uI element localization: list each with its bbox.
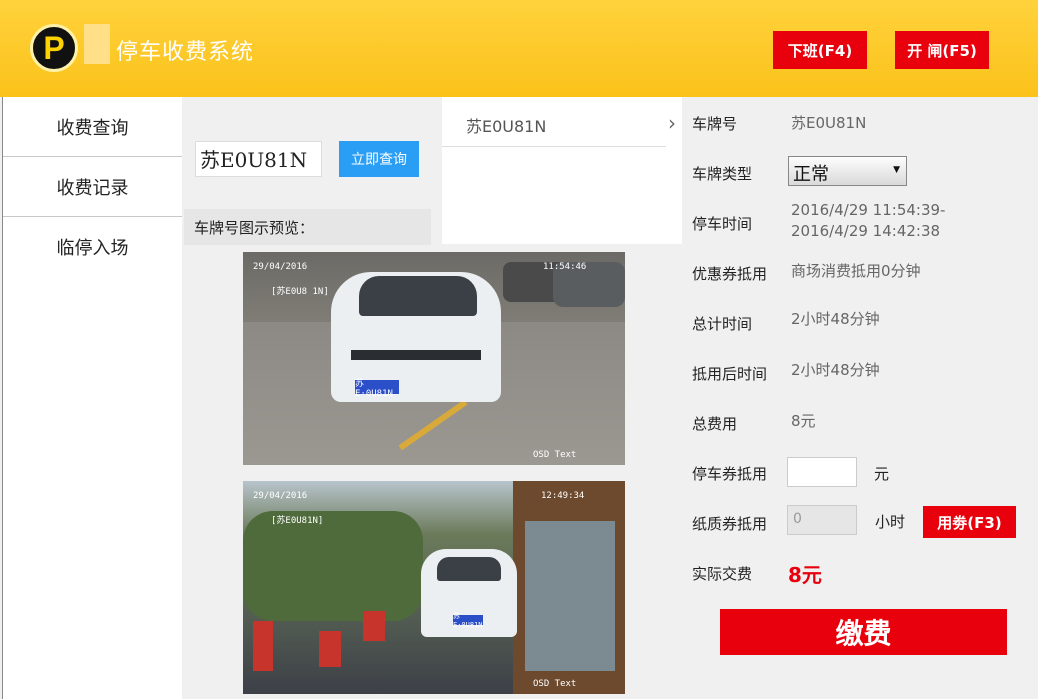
result-item[interactable]: 苏E0U81N › <box>442 97 676 147</box>
photo-date: 29/04/2016 <box>253 491 308 501</box>
photo-osd: OSD Text <box>533 679 577 689</box>
dropdown-arrow-icon: ▼ <box>893 165 900 175</box>
photo-date: 29/04/2016 <box>253 262 308 272</box>
windshield-shape <box>359 276 477 316</box>
parking-coupon-input[interactable] <box>787 457 857 487</box>
search-panel: 苏E0U81N 立即查询 车牌号图示预览： <box>184 97 431 247</box>
photo-plate-tag: [苏E0U81N] <box>271 516 324 526</box>
actual-fee-value: 8元 <box>788 563 822 587</box>
total-time-value: 2小时48分钟 <box>791 310 880 328</box>
plate-type-select[interactable]: 正常 ▼ <box>788 156 907 186</box>
pay-button[interactable]: 缴费 <box>720 609 1007 655</box>
result-plate: 苏E0U81N <box>466 117 547 136</box>
paper-coupon-label: 纸质券抵用 <box>692 515 768 533</box>
plate-label: 车牌号 <box>692 115 738 133</box>
plate-type-value: 正常 <box>793 164 829 185</box>
plate-search-input[interactable]: 苏E0U81N <box>195 141 322 177</box>
actual-fee-label: 实际交费 <box>692 565 753 583</box>
windshield-shape <box>437 557 501 581</box>
app-title: 停车收费系统 <box>116 40 255 65</box>
open-gate-button[interactable]: 开 闸(F5) <box>895 31 989 69</box>
parking-coupon-label: 停车券抵用 <box>692 465 768 483</box>
after-time-label: 抵用后时间 <box>692 365 768 383</box>
car-shape: 苏E·0U81N <box>421 549 517 637</box>
grille-shape <box>351 350 481 360</box>
car-shape: 苏E·0U81N <box>331 272 501 402</box>
road-marking <box>398 399 468 451</box>
header-bar: P 停车收费系统 下班(F4) 开 闸(F5) <box>0 0 1038 97</box>
total-fee-value: 8元 <box>791 412 816 430</box>
trees-shape <box>243 511 423 621</box>
car-plate: 苏E·0U81N <box>453 612 483 629</box>
plate-value: 苏E0U81N <box>791 114 867 132</box>
barrier-post <box>253 621 273 671</box>
paper-coupon-input[interactable]: 0 <box>787 505 857 535</box>
barrier-post <box>319 631 341 667</box>
result-list: 苏E0U81N › <box>442 97 682 244</box>
paper-coupon-unit: 小时 <box>875 513 906 531</box>
detail-panel: 车牌号 苏E0U81N 车牌类型 正常 ▼ 停车时间 2016/4/29 11:… <box>683 97 1033 699</box>
photo-time: 11:54:46 <box>543 262 587 272</box>
photo-plate-tag: [苏E0U8 1N] <box>271 287 329 297</box>
car-plate: 苏E·0U81N <box>355 379 399 399</box>
parking-coupon-unit: 元 <box>874 465 890 483</box>
photo-osd: OSD Text <box>533 450 577 460</box>
preview-label: 车牌号图示预览： <box>184 209 431 245</box>
coupon-label: 优惠券抵用 <box>692 265 768 283</box>
sidebar: 收费查询 收费记录 临停入场 <box>2 97 182 699</box>
parking-logo-icon: P <box>30 24 78 72</box>
sidebar-item-temp-entry[interactable]: 临停入场 <box>3 217 182 277</box>
off-duty-button[interactable]: 下班(F4) <box>773 31 867 69</box>
logo-placeholder <box>84 24 110 64</box>
plate-type-label: 车牌类型 <box>692 165 753 183</box>
glass-panel-shape <box>525 521 615 671</box>
entry-photo: 苏E·0U81N 29/04/2016 [苏E0U8 1N] 11:54:46 … <box>243 252 625 465</box>
total-time-label: 总计时间 <box>692 315 753 333</box>
photo-time: 12:49:34 <box>541 491 585 501</box>
park-time-end: 2016/4/29 14:42:38 <box>791 222 941 240</box>
after-time-value: 2小时48分钟 <box>791 361 880 379</box>
exit-photo: 苏E·0U81N 29/04/2016 [苏E0U81N] 12:49:34 O… <box>243 481 625 694</box>
chevron-right-icon: › <box>668 111 676 135</box>
barrier-post <box>363 611 385 641</box>
use-coupon-button[interactable]: 用劵(F3) <box>923 506 1016 538</box>
sidebar-item-fee-query[interactable]: 收费查询 <box>3 97 182 157</box>
park-time-label: 停车时间 <box>692 215 753 233</box>
query-button[interactable]: 立即查询 <box>339 141 419 177</box>
park-time-start: 2016/4/29 11:54:39- <box>791 201 946 219</box>
sidebar-item-fee-records[interactable]: 收费记录 <box>3 157 182 217</box>
total-fee-label: 总费用 <box>692 415 738 433</box>
coupon-value: 商场消费抵用0分钟 <box>791 262 921 280</box>
